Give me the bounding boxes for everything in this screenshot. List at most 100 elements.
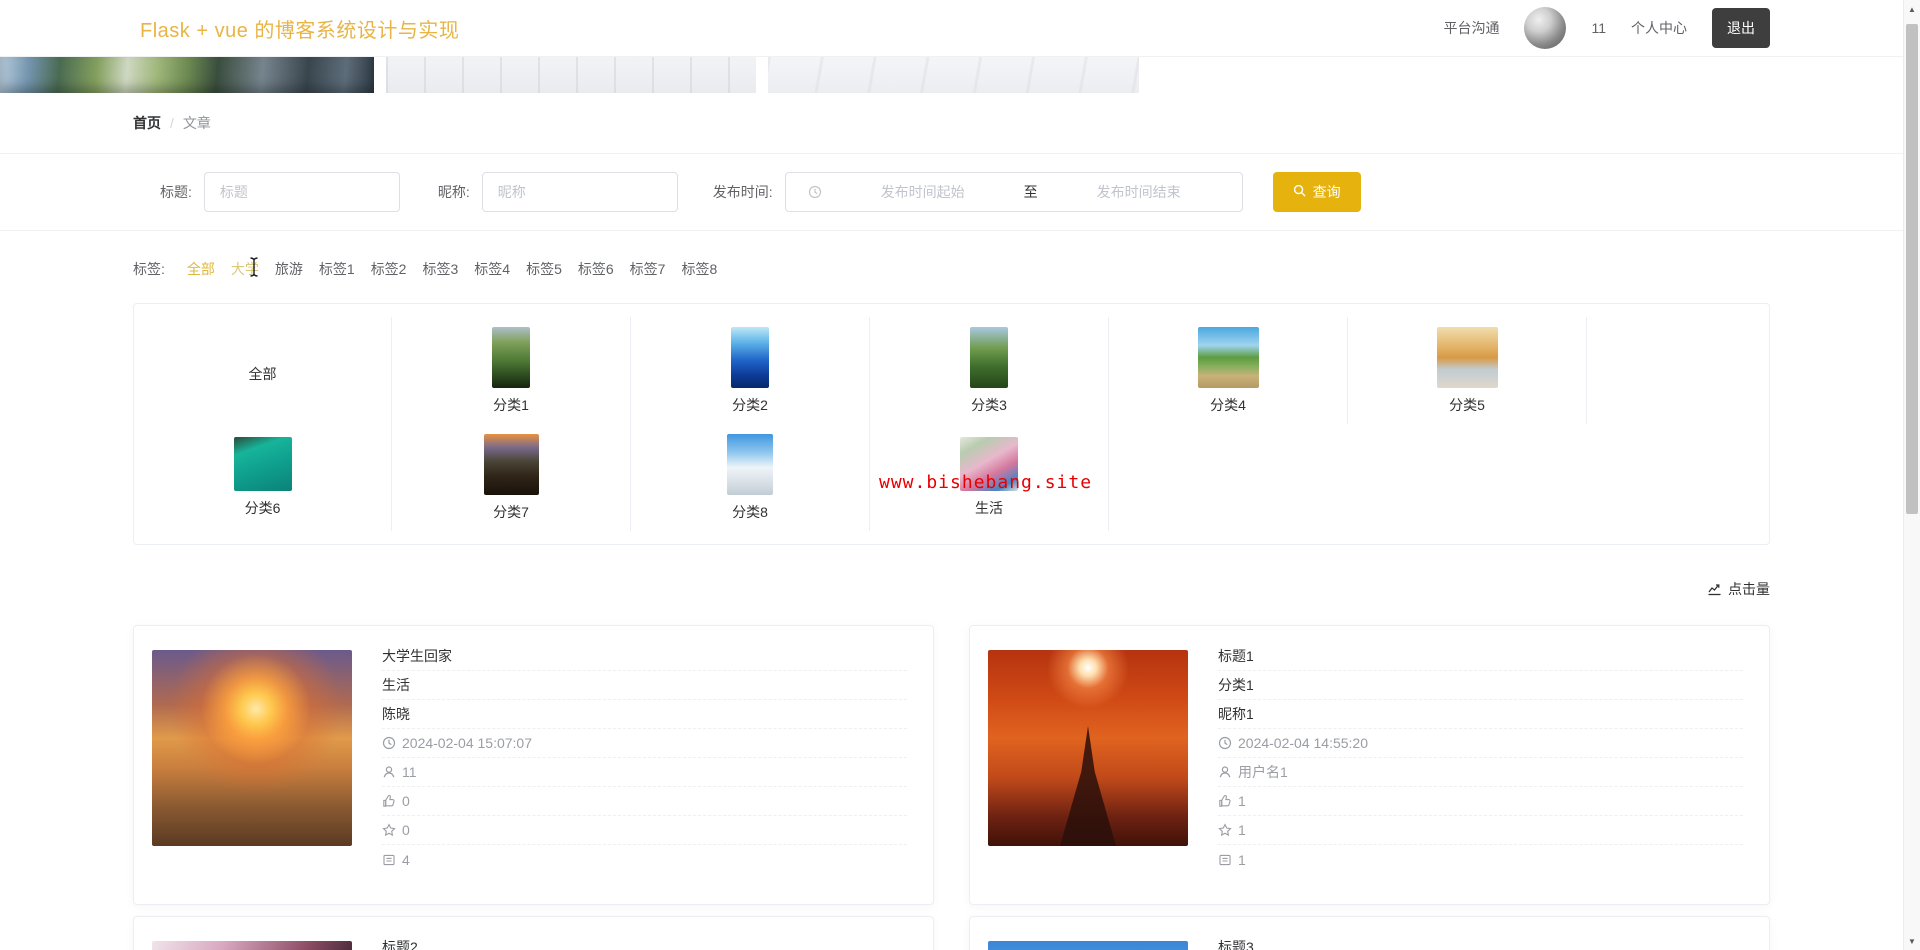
tag-2[interactable]: 标签2 bbox=[371, 259, 407, 279]
category-all[interactable]: 全部 bbox=[134, 317, 392, 424]
banner-image-3[interactable] bbox=[768, 57, 1139, 93]
breadcrumb-separator: / bbox=[170, 115, 174, 131]
article-category: 生活 bbox=[382, 671, 907, 700]
logout-button[interactable]: 退出 bbox=[1712, 8, 1770, 48]
query-button-label: 查询 bbox=[1312, 184, 1341, 200]
publish-time-end-input[interactable] bbox=[1043, 184, 1234, 200]
publish-time-start-input[interactable] bbox=[827, 184, 1018, 200]
user-icon bbox=[383, 766, 395, 778]
vertical-scrollbar[interactable]: ▲ ▼ bbox=[1903, 0, 1920, 950]
nav-profile-center[interactable]: 个人中心 bbox=[1631, 18, 1687, 38]
tag-1[interactable]: 标签1 bbox=[319, 259, 355, 279]
query-button[interactable]: 查询 bbox=[1272, 172, 1361, 212]
header-right: 平台沟通 11 个人中心 退出 bbox=[1443, 7, 1770, 49]
publish-time-label: 发布时间: bbox=[712, 184, 773, 200]
article-4-cover-image bbox=[988, 941, 1188, 950]
tag-7[interactable]: 标签7 bbox=[630, 259, 666, 279]
category-4[interactable]: 分类4 bbox=[1109, 317, 1348, 424]
nav-platform-chat[interactable]: 平台沟通 bbox=[1443, 18, 1499, 38]
article-comments[interactable]: 4 bbox=[382, 845, 907, 874]
tag-8[interactable]: 标签8 bbox=[681, 259, 717, 279]
search-form: 标题: 昵称: 发布时间: 至 查询 bbox=[0, 154, 1920, 231]
article-card-2[interactable]: 标题1 分类1 昵称1 2024-02-04 14:55:20 用户名1 1 1 bbox=[969, 625, 1770, 905]
nickname-field-label: 昵称: bbox=[437, 184, 470, 200]
article-username: 用户名1 bbox=[1218, 758, 1743, 787]
category-empty-cell bbox=[1587, 317, 1769, 424]
tag-6[interactable]: 标签6 bbox=[578, 259, 614, 279]
scrollbar-down-arrow[interactable]: ▼ bbox=[1904, 933, 1920, 949]
article-1-cover-image bbox=[152, 650, 352, 846]
sort-label: 点击量 bbox=[1728, 581, 1770, 597]
article-nickname: 陈晓 bbox=[382, 700, 907, 729]
category-7-image bbox=[483, 433, 539, 495]
tag-all[interactable]: 全部 bbox=[187, 259, 215, 279]
tag-lvyou[interactable]: 旅游 bbox=[275, 259, 303, 279]
app-header: Flask + vue 的博客系统设计与实现 平台沟通 11 个人中心 退出 bbox=[0, 0, 1920, 57]
lighthouse-silhouette bbox=[1060, 726, 1116, 846]
thumb-up-icon bbox=[1219, 794, 1231, 807]
clock-icon bbox=[382, 736, 396, 750]
article-time: 2024-02-04 15:07:07 bbox=[382, 729, 907, 758]
trend-chart-icon bbox=[1707, 582, 1722, 596]
nickname-input[interactable] bbox=[481, 172, 678, 212]
user-avatar[interactable] bbox=[1524, 7, 1567, 49]
breadcrumb: 首页 / 文章 bbox=[0, 93, 1920, 154]
category-6[interactable]: 分类6 bbox=[134, 424, 392, 531]
banner-image-2[interactable] bbox=[386, 57, 756, 93]
article-time: 2024-02-04 14:55:20 bbox=[1218, 729, 1743, 758]
tags-label: 标签: bbox=[133, 261, 165, 277]
tag-daxue[interactable]: 大学 bbox=[231, 259, 259, 279]
article-title: 标题2 bbox=[382, 933, 907, 950]
article-comments[interactable]: 1 bbox=[1218, 845, 1743, 874]
article-list: 大学生回家 生活 陈晓 2024-02-04 15:07:07 11 0 0 4 bbox=[133, 625, 1770, 950]
category-2[interactable]: 分类2 bbox=[631, 317, 870, 424]
article-card-4[interactable]: 标题3 分类3 bbox=[969, 916, 1770, 950]
article-title: 大学生回家 bbox=[382, 642, 907, 671]
article-3-cover-image bbox=[152, 941, 352, 950]
article-card-1[interactable]: 大学生回家 生活 陈晓 2024-02-04 15:07:07 11 0 0 4 bbox=[133, 625, 934, 905]
document-icon bbox=[383, 854, 395, 865]
article-likes[interactable]: 1 bbox=[1218, 787, 1743, 816]
thumb-up-icon bbox=[383, 794, 395, 807]
carousel-banner bbox=[0, 57, 1920, 93]
article-likes[interactable]: 0 bbox=[382, 787, 907, 816]
category-2-image bbox=[731, 326, 769, 388]
article-title: 标题1 bbox=[1218, 642, 1743, 671]
category-1[interactable]: 分类1 bbox=[392, 317, 631, 424]
title-field-label: 标题: bbox=[160, 184, 192, 200]
user-icon bbox=[1219, 766, 1231, 778]
category-5-image bbox=[1436, 326, 1498, 388]
article-favorites[interactable]: 1 bbox=[1218, 816, 1743, 845]
banner-image-1[interactable] bbox=[0, 57, 374, 93]
category-1-image bbox=[492, 326, 530, 388]
title-input[interactable] bbox=[203, 172, 400, 212]
tag-5[interactable]: 标签5 bbox=[526, 259, 562, 279]
article-username: 11 bbox=[382, 758, 907, 787]
article-2-cover-image bbox=[988, 650, 1188, 846]
article-favorites[interactable]: 0 bbox=[382, 816, 907, 845]
publish-time-range-picker[interactable]: 至 bbox=[784, 172, 1243, 212]
article-card-3[interactable]: 标题2 分类2 bbox=[133, 916, 934, 950]
category-8-image bbox=[727, 433, 773, 495]
category-6-image bbox=[233, 437, 292, 491]
category-grid-row-1: 全部 分类1 分类2 分类3 分类4 分类5 bbox=[134, 317, 1769, 424]
category-panel: 全部 分类1 分类2 分类3 分类4 分类5 分类6 分类7 分类8 生活 ww… bbox=[133, 303, 1770, 545]
category-3[interactable]: 分类3 bbox=[870, 317, 1109, 424]
article-title: 标题3 bbox=[1218, 933, 1743, 950]
article-category: 分类1 bbox=[1218, 671, 1743, 700]
scrollbar-thumb[interactable] bbox=[1906, 24, 1918, 514]
scrollbar-up-arrow[interactable]: ▲ bbox=[1904, 1, 1920, 17]
category-8[interactable]: 分类8 bbox=[631, 424, 870, 531]
clock-icon bbox=[1218, 736, 1232, 750]
sort-by-clicks[interactable]: 点击量 bbox=[0, 579, 1770, 599]
category-3-image bbox=[970, 326, 1008, 388]
category-5[interactable]: 分类5 bbox=[1348, 317, 1587, 424]
breadcrumb-home[interactable]: 首页 bbox=[133, 113, 161, 133]
star-icon bbox=[1218, 823, 1232, 837]
site-watermark: www.bishebang.site bbox=[879, 472, 1093, 493]
category-4-image bbox=[1197, 326, 1259, 388]
tag-4[interactable]: 标签4 bbox=[474, 259, 510, 279]
tag-3[interactable]: 标签3 bbox=[422, 259, 458, 279]
app-title: Flask + vue 的博客系统设计与实现 bbox=[140, 19, 460, 42]
category-7[interactable]: 分类7 bbox=[392, 424, 631, 531]
